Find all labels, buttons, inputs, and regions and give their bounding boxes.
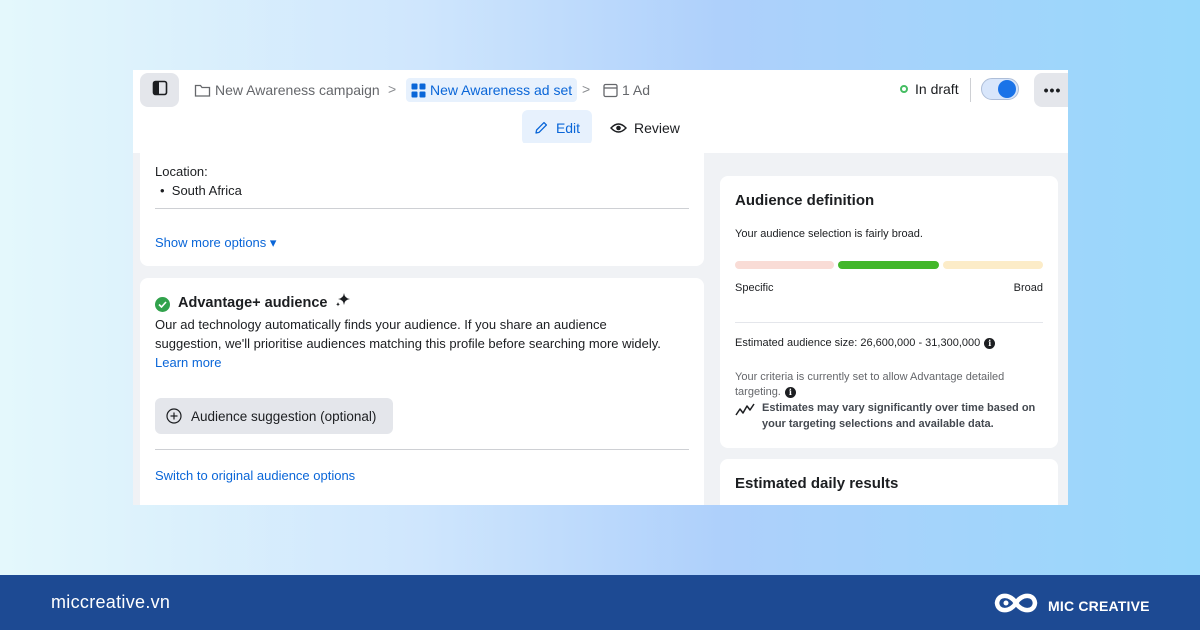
pencil-icon bbox=[534, 120, 549, 135]
more-icon: ••• bbox=[1043, 82, 1062, 98]
eye-icon bbox=[610, 122, 627, 134]
estimated-daily-results-title: Estimated daily results bbox=[735, 475, 899, 492]
breadcrumb-ad[interactable]: 1 Ad bbox=[603, 78, 650, 102]
folder-icon bbox=[194, 83, 211, 98]
divider bbox=[155, 208, 689, 209]
learn-more-link[interactable]: Learn more bbox=[155, 355, 221, 370]
sparkle-icon bbox=[335, 292, 351, 313]
publish-toggle[interactable] bbox=[981, 78, 1019, 100]
criteria-note: targeting. i bbox=[735, 386, 796, 398]
brand-logo: MIC CREATIVE bbox=[992, 589, 1150, 622]
editor-content: Location: • South Africa Show more optio… bbox=[133, 143, 1068, 505]
audience-definition-card: Audience definition Your audience select… bbox=[720, 176, 1058, 448]
switch-audience-options-link[interactable]: Switch to original audience options bbox=[155, 468, 355, 483]
tab-review[interactable]: Review bbox=[610, 110, 680, 145]
estimate-note-line: your targeting selections and available … bbox=[762, 418, 994, 430]
infinity-logo-icon bbox=[992, 589, 1040, 622]
panel-icon bbox=[152, 80, 168, 101]
site-url[interactable]: miccreative.vn bbox=[51, 592, 170, 613]
tab-review-label: Review bbox=[634, 119, 680, 136]
criteria-note-line: Your criteria is currently set to allow … bbox=[735, 371, 1005, 383]
tab-edit-label: Edit bbox=[555, 119, 581, 136]
meter-label-specific: Specific bbox=[735, 282, 774, 294]
breadcrumb-campaign[interactable]: New Awareness campaign bbox=[194, 78, 380, 102]
meter-segment-broad bbox=[943, 261, 1043, 269]
estimated-audience-size-label: Estimated audience size: 26,600,000 - 31… bbox=[735, 337, 981, 349]
footer-banner: miccreative.vn MIC CREATIVE bbox=[0, 575, 1200, 630]
check-circle-icon bbox=[155, 297, 170, 312]
top-bar: New Awareness campaign > New Awareness a… bbox=[133, 70, 1068, 110]
meter-segment-specific bbox=[735, 261, 834, 269]
breadcrumb-campaign-label: New Awareness campaign bbox=[215, 82, 380, 98]
audience-breadth-meter bbox=[735, 261, 1043, 269]
status-label: In draft bbox=[915, 81, 959, 97]
meter-label-broad: Broad bbox=[1013, 282, 1043, 294]
meter-segment-active bbox=[838, 261, 939, 269]
advantage-title: Advantage+ audience bbox=[178, 295, 328, 311]
brand-name: MIC CREATIVE bbox=[1048, 597, 1150, 614]
breadcrumb-ad-set-label: New Awareness ad set bbox=[430, 82, 573, 98]
plus-circle-icon bbox=[166, 408, 182, 424]
audience-definition-title: Audience definition bbox=[735, 192, 875, 209]
chevron-right-icon: > bbox=[388, 81, 397, 97]
advantage-audience-card: Advantage+ audience Our ad technology au… bbox=[140, 278, 704, 505]
criteria-note-line: targeting. bbox=[735, 386, 781, 398]
toggle-knob bbox=[998, 80, 1016, 98]
audience-suggestion-button[interactable]: Audience suggestion (optional) bbox=[155, 398, 393, 434]
divider bbox=[735, 322, 1043, 323]
bullet: • bbox=[160, 183, 172, 198]
estimated-daily-results-card: Estimated daily results bbox=[720, 459, 1058, 505]
trend-icon bbox=[735, 403, 755, 422]
sidebar-toggle-button[interactable] bbox=[140, 73, 179, 107]
ad-icon bbox=[603, 83, 618, 98]
audience-suggestion-label: Audience suggestion (optional) bbox=[191, 408, 377, 424]
grid-icon bbox=[411, 83, 426, 98]
divider bbox=[155, 449, 689, 450]
ads-manager-screenshot: New Awareness campaign > New Awareness a… bbox=[133, 70, 1068, 505]
estimate-note-line: Estimates may vary significantly over ti… bbox=[762, 402, 1036, 414]
chevron-right-icon: > bbox=[582, 81, 591, 97]
info-icon[interactable]: i bbox=[984, 337, 996, 349]
advantage-description-line: Our ad technology automatically finds yo… bbox=[155, 317, 607, 332]
show-more-options-link[interactable]: Show more options ▾ bbox=[155, 235, 276, 251]
breadcrumb-ad-set[interactable]: New Awareness ad set bbox=[406, 78, 578, 102]
divider bbox=[970, 78, 971, 102]
info-icon[interactable]: i bbox=[784, 386, 796, 398]
location-item-label: South Africa bbox=[171, 183, 242, 198]
location-card: Location: • South Africa Show more optio… bbox=[140, 143, 704, 266]
advantage-description-line: suggestion, we'll prioritise audiences m… bbox=[155, 336, 661, 351]
breadcrumb-ad-label: 1 Ad bbox=[622, 82, 651, 98]
status-indicator: In draft bbox=[900, 81, 959, 97]
estimated-audience-size: Estimated audience size: 26,600,000 - 31… bbox=[735, 337, 996, 349]
status-dot-icon bbox=[900, 85, 908, 93]
tab-edit[interactable]: Edit bbox=[522, 110, 592, 145]
audience-summary: Your audience selection is fairly broad. bbox=[735, 228, 923, 240]
more-options-button[interactable]: ••• bbox=[1034, 73, 1068, 107]
location-item: • South Africa bbox=[160, 183, 242, 198]
location-label: Location: bbox=[155, 164, 208, 179]
